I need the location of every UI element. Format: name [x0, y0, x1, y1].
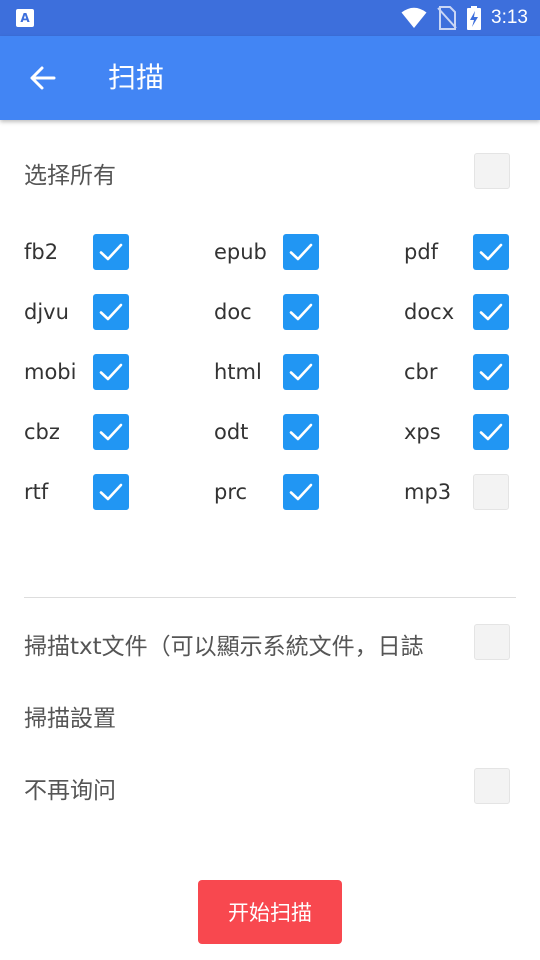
format-checkbox-pdf[interactable] — [473, 234, 509, 270]
checkmark-icon — [479, 363, 503, 381]
format-checkbox-djvu[interactable] — [93, 294, 129, 330]
format-checkbox-html[interactable] — [283, 354, 319, 390]
format-label-docx: docx — [404, 300, 455, 324]
divider — [24, 597, 516, 598]
toolbar: 扫描 — [0, 36, 540, 120]
status-icons: 3:13 — [401, 0, 528, 36]
checkmark-icon — [99, 483, 123, 501]
format-checkbox-prc[interactable] — [283, 474, 319, 510]
format-label-xps: xps — [404, 420, 441, 444]
format-checkbox-cbz[interactable] — [93, 414, 129, 450]
checkmark-icon — [99, 363, 123, 381]
status-time: 3:13 — [491, 7, 528, 28]
scan-txt-label: 掃描txt文件（可以顯示系統文件，日誌 — [24, 634, 424, 660]
format-label-odt: odt — [214, 420, 249, 444]
dont-ask-checkbox[interactable] — [474, 768, 510, 804]
format-checkbox-odt[interactable] — [283, 414, 319, 450]
format-label-djvu: djvu — [24, 300, 69, 324]
format-checkbox-mp3[interactable] — [473, 474, 509, 510]
format-label-epub: epub — [214, 240, 267, 264]
no-sim-icon — [437, 6, 457, 30]
battery-charging-icon — [467, 6, 482, 30]
wifi-icon — [401, 7, 427, 28]
checkmark-icon — [99, 243, 123, 261]
page-title: 扫描 — [108, 61, 165, 94]
checkmark-icon — [289, 303, 313, 321]
checkmark-icon — [479, 423, 503, 441]
checkmark-icon — [99, 423, 123, 441]
format-label-prc: prc — [214, 480, 248, 504]
start-scan-button[interactable]: 开始扫描 — [198, 880, 342, 944]
arrow-left-icon[interactable] — [24, 60, 60, 96]
format-label-rtf: rtf — [24, 480, 49, 504]
format-checkbox-mobi[interactable] — [93, 354, 129, 390]
checkmark-icon — [479, 303, 503, 321]
app-notification-icon: A — [16, 9, 34, 27]
format-label-pdf: pdf — [404, 240, 439, 264]
format-label-doc: doc — [214, 300, 252, 324]
format-checkbox-fb2[interactable] — [93, 234, 129, 270]
start-scan-button-label: 开始扫描 — [228, 901, 312, 925]
format-label-cbr: cbr — [404, 360, 438, 384]
select-all-label: 选择所有 — [24, 163, 116, 189]
format-checkbox-doc[interactable] — [283, 294, 319, 330]
format-label-cbz: cbz — [24, 420, 60, 444]
checkmark-icon — [99, 303, 123, 321]
format-label-fb2: fb2 — [24, 240, 59, 264]
checkmark-icon — [289, 483, 313, 501]
checkmark-icon — [479, 243, 503, 261]
status-bar: A 3:13 — [0, 0, 540, 36]
checkmark-icon — [289, 363, 313, 381]
format-checkbox-cbr[interactable] — [473, 354, 509, 390]
select-all-checkbox[interactable] — [474, 153, 510, 189]
format-checkbox-epub[interactable] — [283, 234, 319, 270]
checkmark-icon — [289, 243, 313, 261]
scan-txt-checkbox[interactable] — [474, 624, 510, 660]
format-checkbox-rtf[interactable] — [93, 474, 129, 510]
format-label-mobi: mobi — [24, 360, 77, 384]
checkmark-icon — [289, 423, 313, 441]
format-label-html: html — [214, 360, 262, 384]
format-label-mp3: mp3 — [404, 480, 452, 504]
format-checkbox-xps[interactable] — [473, 414, 509, 450]
format-checkbox-docx[interactable] — [473, 294, 509, 330]
scan-settings-item[interactable]: 掃描設置 — [24, 699, 116, 733]
dont-ask-label: 不再询问 — [24, 778, 116, 804]
